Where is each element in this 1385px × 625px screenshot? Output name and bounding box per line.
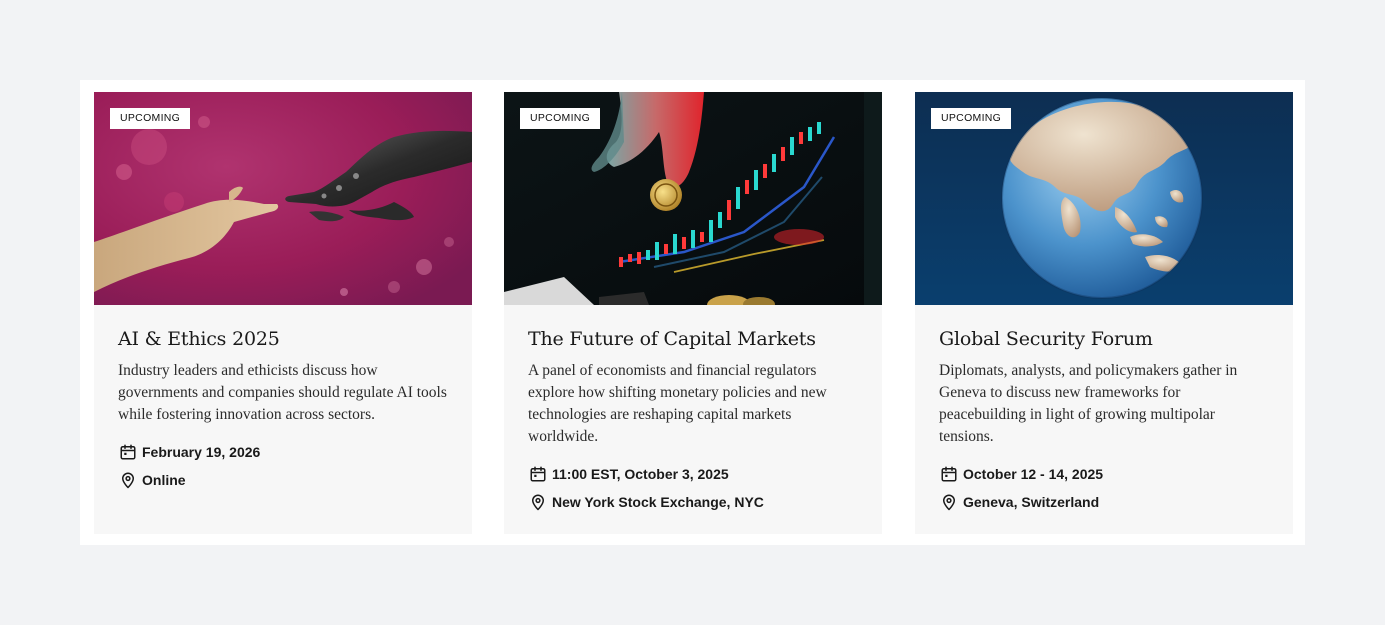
- event-description: Industry leaders and ethicists discuss h…: [118, 362, 447, 423]
- calendar-icon: [939, 464, 959, 484]
- event-date-text: 11:00 EST, October 3, 2025: [552, 466, 729, 482]
- event-card-body: Global Security Forum Diplomats, analyst…: [939, 327, 1269, 516]
- event-date-text: February 19, 2026: [142, 444, 261, 460]
- event-date: February 19, 2026: [118, 438, 448, 466]
- map-pin-icon: [528, 492, 548, 512]
- status-badge: UPCOMING: [520, 108, 601, 129]
- event-date-text: October 12 - 14, 2025: [963, 466, 1104, 482]
- event-image-ai-ethics[interactable]: UPCOMING: [94, 92, 472, 305]
- event-card-body: AI & Ethics 2025 Industry leaders and et…: [118, 327, 448, 494]
- map-pin-icon: [118, 470, 138, 490]
- event-meta: October 12 - 14, 2025 Geneva, Switzerlan…: [939, 460, 1269, 516]
- event-title[interactable]: The Future of Capital Markets: [528, 327, 858, 351]
- events-panel: UPCOMING AI & Ethics 2025 Industry leade…: [80, 80, 1305, 545]
- event-location-text: Online: [142, 472, 186, 488]
- calendar-icon: [528, 464, 548, 484]
- event-date: 11:00 EST, October 3, 2025: [528, 460, 858, 488]
- event-description: Diplomats, analysts, and policymakers ga…: [939, 362, 1238, 445]
- event-location-text: New York Stock Exchange, NYC: [552, 494, 764, 510]
- event-location: New York Stock Exchange, NYC: [528, 488, 858, 516]
- event-meta: February 19, 2026 Online: [118, 438, 448, 494]
- event-card[interactable]: UPCOMING AI & Ethics 2025 Industry leade…: [94, 92, 472, 534]
- event-location-text: Geneva, Switzerland: [963, 494, 1100, 510]
- event-description: A panel of economists and financial regu…: [528, 362, 827, 445]
- event-location: Geneva, Switzerland: [939, 488, 1269, 516]
- event-image-global-security[interactable]: UPCOMING: [915, 92, 1293, 305]
- event-card[interactable]: UPCOMING Global Security Forum Diplomats…: [915, 92, 1293, 534]
- map-pin-icon: [939, 492, 959, 512]
- event-date: October 12 - 14, 2025: [939, 460, 1269, 488]
- event-card-body: The Future of Capital Markets A panel of…: [528, 327, 858, 516]
- status-badge: UPCOMING: [110, 108, 191, 129]
- calendar-icon: [118, 442, 138, 462]
- event-card[interactable]: UPCOMING The Future of Capital Markets A…: [504, 92, 882, 534]
- event-title[interactable]: AI & Ethics 2025: [118, 327, 448, 351]
- event-meta: 11:00 EST, October 3, 2025 New York Stoc…: [528, 460, 858, 516]
- status-badge: UPCOMING: [931, 108, 1012, 129]
- event-image-capital-markets[interactable]: UPCOMING: [504, 92, 882, 305]
- event-title[interactable]: Global Security Forum: [939, 327, 1269, 351]
- event-location: Online: [118, 466, 448, 494]
